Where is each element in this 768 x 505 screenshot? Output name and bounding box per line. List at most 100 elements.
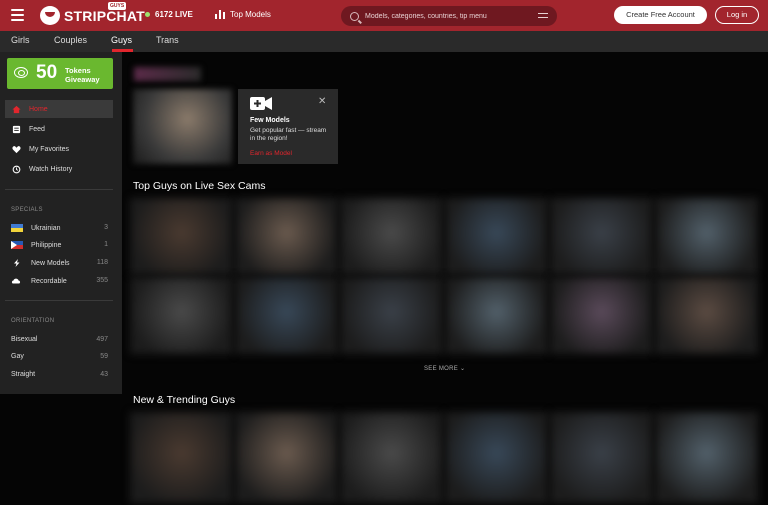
model-thumbnail[interactable] [235,198,338,275]
divider [5,300,113,301]
section-title-top: Top Guys on Live Sex Cams [133,180,266,192]
special-count: 118 [96,259,108,266]
model-thumbnail[interactable] [445,277,548,354]
sidebar-item-feed[interactable]: Feed [5,120,113,138]
section-title-trending: New & Trending Guys [133,394,236,406]
model-thumbnail[interactable] [130,198,233,275]
orientation-label: Straight [11,371,36,378]
giveaway-line2: Giveaway [65,75,100,84]
philippines-flag-icon [11,241,23,249]
special-label: Philippine [31,241,62,249]
special-label: New Models [31,259,70,267]
sidebar: 50 Tokens Giveaway Home Feed My Favorite… [0,52,122,394]
orientation-label: Bisexual [11,336,38,343]
see-more-button[interactable]: SEE MORE ⌄ [424,365,465,372]
tab-girls[interactable]: Girls [11,35,30,45]
logo[interactable]: STRIPCHAT GUYS [40,2,145,25]
top-models-label: Top Models [230,10,271,19]
model-thumbnail[interactable] [340,198,443,275]
search-input[interactable] [365,12,535,20]
chevron-down-icon: ⌄ [460,366,466,372]
model-thumbnail[interactable] [445,198,548,275]
giveaway-number: 50 [36,62,58,83]
live-count-text: 6172 LIVE [155,10,193,19]
blurred-label [134,67,201,81]
model-thumbnail[interactable] [655,412,758,503]
sidebar-item-straight[interactable]: Straight 43 [11,371,108,381]
see-more-label: SEE MORE [424,366,459,372]
sidebar-item-bisexual[interactable]: Bisexual 497 [11,336,108,346]
model-thumbnail[interactable] [130,412,233,503]
tab-guys[interactable]: Guys [111,35,132,45]
model-thumbnail[interactable] [445,412,548,503]
sidebar-item-label: Home [29,105,48,113]
special-label: Ukrainian [31,224,61,232]
model-thumbnail[interactable] [550,198,653,275]
create-account-button[interactable]: Create Free Account [614,6,707,24]
search-bar[interactable] [341,6,557,26]
logo-text: STRIPCHAT [64,7,145,24]
model-thumbnail[interactable] [130,277,233,354]
orientation-count: 497 [96,336,108,343]
giveaway-line1: Tokens [65,66,91,75]
sidebar-item-gay[interactable]: Gay 59 [11,353,108,363]
model-thumbnail[interactable] [655,277,758,354]
top-models-grid [130,198,760,356]
model-thumbnail[interactable] [655,198,758,275]
special-count: 3 [104,224,108,231]
sidebar-item-recordable[interactable]: Recordable 355 [11,277,108,287]
tab-couples[interactable]: Couples [54,35,87,45]
lightning-icon [14,259,20,267]
orientation-count: 59 [100,353,108,360]
close-icon[interactable]: ✕ [318,96,326,107]
sidebar-item-ukrainian[interactable]: Ukrainian 3 [11,224,108,234]
sidebar-item-label: Watch History [29,165,73,173]
login-button[interactable]: Log in [715,6,759,24]
special-count: 1 [104,241,108,248]
model-thumbnail[interactable] [340,277,443,354]
sidebar-item-history[interactable]: Watch History [5,160,113,178]
model-thumbnail[interactable] [235,412,338,503]
sidebar-item-philippine[interactable]: Philippine 1 [11,241,108,251]
heart-icon [12,145,21,153]
tab-trans[interactable]: Trans [156,35,179,45]
promo-title: Few Models [250,117,290,124]
sidebar-item-label: Feed [29,125,45,133]
filter-icon[interactable] [538,12,548,20]
sidebar-item-home[interactable]: Home [5,100,113,118]
earn-as-model-link[interactable]: Earn as Model [250,150,292,157]
history-icon [12,165,21,173]
orientation-count: 43 [100,371,108,378]
live-dot-icon [145,12,150,17]
trending-models-grid [130,412,760,505]
sidebar-item-label: My Favorites [29,145,70,153]
logo-badge: GUYS [108,2,127,10]
top-bar: STRIPCHAT GUYS 6172 LIVE Top Models Crea… [0,0,768,31]
divider [5,189,113,190]
giveaway-text: Tokens Giveaway [65,66,100,84]
orientation-heading: ORIENTATION [11,318,55,324]
promo-card: ✕ Few Models Get popular fast — stream i… [238,89,338,164]
special-label: Recordable [31,277,67,285]
menu-icon[interactable] [11,9,24,21]
model-thumbnail[interactable] [550,412,653,503]
tokens-icon [14,67,28,78]
sidebar-item-favorites[interactable]: My Favorites [5,140,113,158]
video-camera-icon [250,97,272,110]
recordable-icon [11,278,21,284]
promo-text: Get popular fast — stream in the region! [250,127,327,142]
special-count: 355 [96,277,108,284]
live-count[interactable]: 6172 LIVE [145,10,193,19]
ukraine-flag-icon [11,224,23,232]
search-icon [350,11,359,21]
sidebar-item-new-models[interactable]: New Models 118 [11,259,108,269]
specials-heading: SPECIALS [11,207,43,213]
top-models-link[interactable]: Top Models [215,10,271,19]
model-thumbnail[interactable] [340,412,443,503]
logo-icon [40,6,60,25]
model-thumbnail[interactable] [235,277,338,354]
top-models-icon [215,10,225,19]
giveaway-banner[interactable]: 50 Tokens Giveaway [7,58,113,89]
stream-thumbnail[interactable] [133,89,232,164]
model-thumbnail[interactable] [550,277,653,354]
